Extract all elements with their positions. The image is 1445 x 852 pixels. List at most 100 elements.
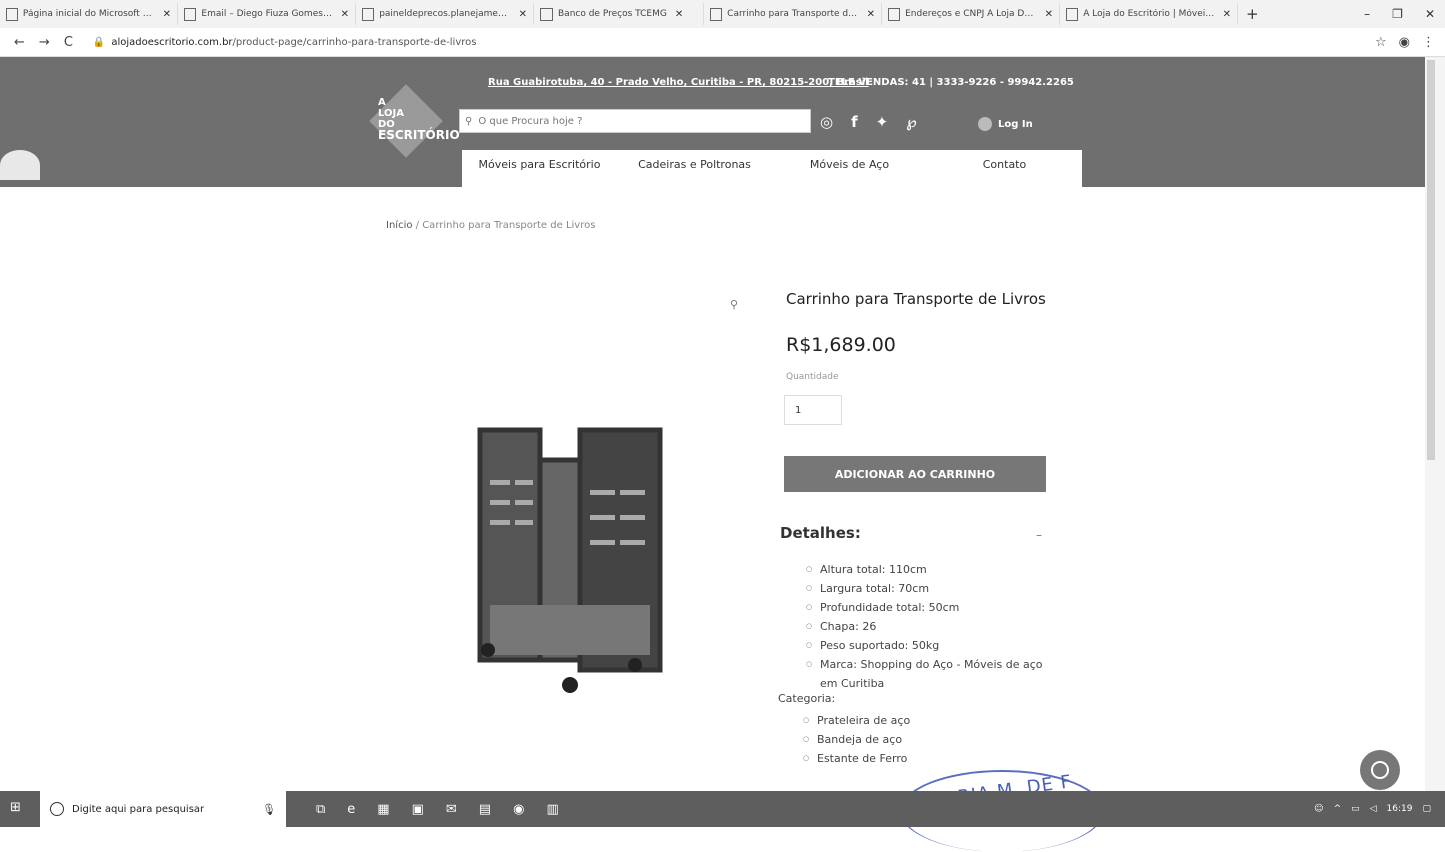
browser-tab[interactable]: Carrinho para Transporte de Liv ✕ <box>704 3 882 25</box>
product-title: Carrinho para Transporte de Livros <box>786 290 1046 308</box>
logo-text: A LOJA DO ESCRITÓRIO <box>378 97 460 141</box>
nav-item-cadeiras[interactable]: Cadeiras e Poltronas <box>617 150 772 187</box>
browser-tab[interactable]: paineldeprecos.planejamento.g ✕ <box>356 3 534 25</box>
url-field[interactable]: 🔒 alojadoescritorio.com.br/product-page/c… <box>93 37 477 48</box>
details-heading: Detalhes: <box>780 524 861 542</box>
spec-item: Profundidade total: 50cm <box>806 598 1046 617</box>
social-links: ◎ f ✦ ℘ <box>820 113 917 131</box>
search-icon: ⚲ <box>465 115 473 127</box>
people-icon[interactable]: ☺ <box>1314 804 1323 814</box>
pinterest-icon[interactable]: ℘ <box>906 113 916 131</box>
bookmark-star-icon[interactable]: ☆ <box>1375 35 1387 50</box>
microphone-icon[interactable]: 🎙 <box>262 803 276 816</box>
url-path: /product-page/carrinho-para-transporte-d… <box>232 36 477 48</box>
profile-icon[interactable]: ◉ <box>1399 35 1410 50</box>
edge-icon[interactable]: e <box>347 802 355 817</box>
logo-line: ESCRITÓRIO <box>378 128 460 142</box>
close-tab-icon[interactable]: ✕ <box>867 9 875 20</box>
close-window-icon[interactable]: ✕ <box>1425 7 1435 21</box>
new-tab-button[interactable]: + <box>1246 5 1259 23</box>
spec-item: Peso suportado: 50kg <box>806 636 1046 655</box>
logo-line: LOJA <box>378 108 404 119</box>
forward-icon[interactable]: → <box>39 35 50 50</box>
excel-icon[interactable]: ▥ <box>546 802 558 817</box>
spec-item: Largura total: 70cm <box>806 579 1046 598</box>
browser-tab[interactable]: Página inicial do Microsoft Office ✕ <box>0 3 178 25</box>
close-tab-icon[interactable]: ✕ <box>341 9 349 20</box>
restore-icon[interactable]: ❐ <box>1392 7 1403 21</box>
search-input[interactable] <box>476 114 801 128</box>
chat-button[interactable] <box>1360 750 1400 790</box>
spec-item: Altura total: 110cm <box>806 560 1046 579</box>
bank-icon <box>540 7 553 21</box>
address-bar: ← → C 🔒 alojadoescritorio.com.br/product-… <box>0 28 1445 57</box>
store-icon[interactable]: ▣ <box>412 802 424 817</box>
back-icon[interactable]: ← <box>14 35 25 50</box>
instagram-icon[interactable]: ◎ <box>820 113 833 131</box>
chrome-icon[interactable]: ◉ <box>513 802 524 817</box>
cortana-icon <box>50 802 64 816</box>
login-button[interactable]: Log In <box>978 117 1033 131</box>
menu-kebab-icon[interactable]: ⋮ <box>1422 35 1435 50</box>
spec-list: Altura total: 110cm Largura total: 70cm … <box>806 560 1046 693</box>
windows-start-icon[interactable]: ⊞ <box>10 800 28 818</box>
details-collapse-toggle[interactable]: – <box>1036 528 1042 542</box>
store-address-link[interactable]: Rua Guabirotuba, 40 - Prado Velho, Curit… <box>488 77 869 88</box>
product-image[interactable] <box>470 420 670 700</box>
close-tab-icon[interactable]: ✕ <box>163 9 171 20</box>
notifications-icon[interactable]: ▢ <box>1422 804 1431 814</box>
clock[interactable]: 16:19 <box>1387 804 1413 814</box>
nav-item-moveis-aco[interactable]: Móveis de Aço <box>772 150 927 187</box>
quantity-input[interactable] <box>784 395 842 425</box>
site-search[interactable]: ⚲ <box>459 109 811 133</box>
globe-icon <box>362 7 375 21</box>
category-label: Categoria: <box>778 692 836 705</box>
browser-tab[interactable]: A Loja do Escritório | Móveis pa ✕ <box>1060 3 1238 25</box>
breadcrumb-home[interactable]: Início <box>386 220 412 231</box>
mail-icon[interactable]: ✉ <box>446 802 457 817</box>
network-icon[interactable]: ▭ <box>1351 804 1360 814</box>
spec-item: Chapa: 26 <box>806 617 1046 636</box>
close-tab-icon[interactable]: ✕ <box>1045 9 1053 20</box>
category-item: Prateleira de aço <box>803 711 910 730</box>
browser-tab-bar: Página inicial do Microsoft Office ✕ Email… <box>0 0 1445 28</box>
close-tab-icon[interactable]: ✕ <box>675 9 683 20</box>
twitter-icon[interactable]: ✦ <box>876 113 889 131</box>
volume-icon[interactable]: ◁ <box>1370 804 1377 814</box>
reload-icon[interactable]: C <box>64 35 73 50</box>
site-logo[interactable]: A LOJA DO ESCRITÓRIO <box>368 84 460 165</box>
office-icon <box>6 7 18 21</box>
chevron-up-icon[interactable]: ^ <box>1334 804 1342 814</box>
browser-tab-label: paineldeprecos.planejamento.g <box>379 9 511 19</box>
browser-tab[interactable]: Email – Diego Fiuza Gomes – O ✕ <box>178 3 356 25</box>
window-controls: – ❐ ✕ <box>1364 0 1435 28</box>
url-host: alojadoescritorio.com.br <box>111 36 233 48</box>
breadcrumb: Início / Carrinho para Transporte de Liv… <box>386 220 595 231</box>
browser-tab[interactable]: Endereços e CNPJ A Loja Do Esc ✕ <box>882 3 1060 25</box>
diamond-icon <box>888 7 901 21</box>
outlook-icon <box>184 7 197 21</box>
store-icon <box>710 7 723 21</box>
taskbar-search[interactable]: Digite aqui para pesquisar 🎙 <box>40 791 286 827</box>
category-item: Estante de Ferro <box>803 749 910 768</box>
scrollbar-thumb[interactable] <box>1427 60 1435 460</box>
task-view-icon[interactable]: ⧉ <box>316 802 325 817</box>
system-tray: ☺ ^ ▭ ◁ 16:19 ▢ <box>1314 791 1431 827</box>
facebook-icon[interactable]: f <box>851 113 858 131</box>
close-tab-icon[interactable]: ✕ <box>1223 9 1231 20</box>
browser-tab[interactable]: Banco de Preços TCEMG ✕ <box>534 3 704 25</box>
user-avatar-icon <box>978 117 992 131</box>
zoom-icon[interactable]: ⚲ <box>730 298 738 311</box>
nav-item-contato[interactable]: Contato <box>927 150 1082 187</box>
category-list: Prateleira de aço Bandeja de aço Estante… <box>803 711 910 768</box>
browser-tab-label: Endereços e CNPJ A Loja Do Esc <box>905 9 1037 19</box>
televendas-text: TELE VENDAS: 41 | 3333-9226 - 99942.2265 <box>828 77 1074 88</box>
excel-icon[interactable]: ▤ <box>479 802 491 817</box>
add-to-cart-button[interactable]: ADICIONAR AO CARRINHO <box>784 456 1046 492</box>
close-tab-icon[interactable]: ✕ <box>519 9 527 20</box>
quantity-label: Quantidade <box>786 372 839 382</box>
minimize-icon[interactable]: – <box>1364 7 1370 21</box>
calculator-icon[interactable]: ▦ <box>377 802 389 817</box>
taskbar-apps: ⧉ e ▦ ▣ ✉ ▤ ◉ ▥ <box>316 802 559 817</box>
nav-item-moveis-escritorio[interactable]: Móveis para Escritório <box>462 150 617 187</box>
